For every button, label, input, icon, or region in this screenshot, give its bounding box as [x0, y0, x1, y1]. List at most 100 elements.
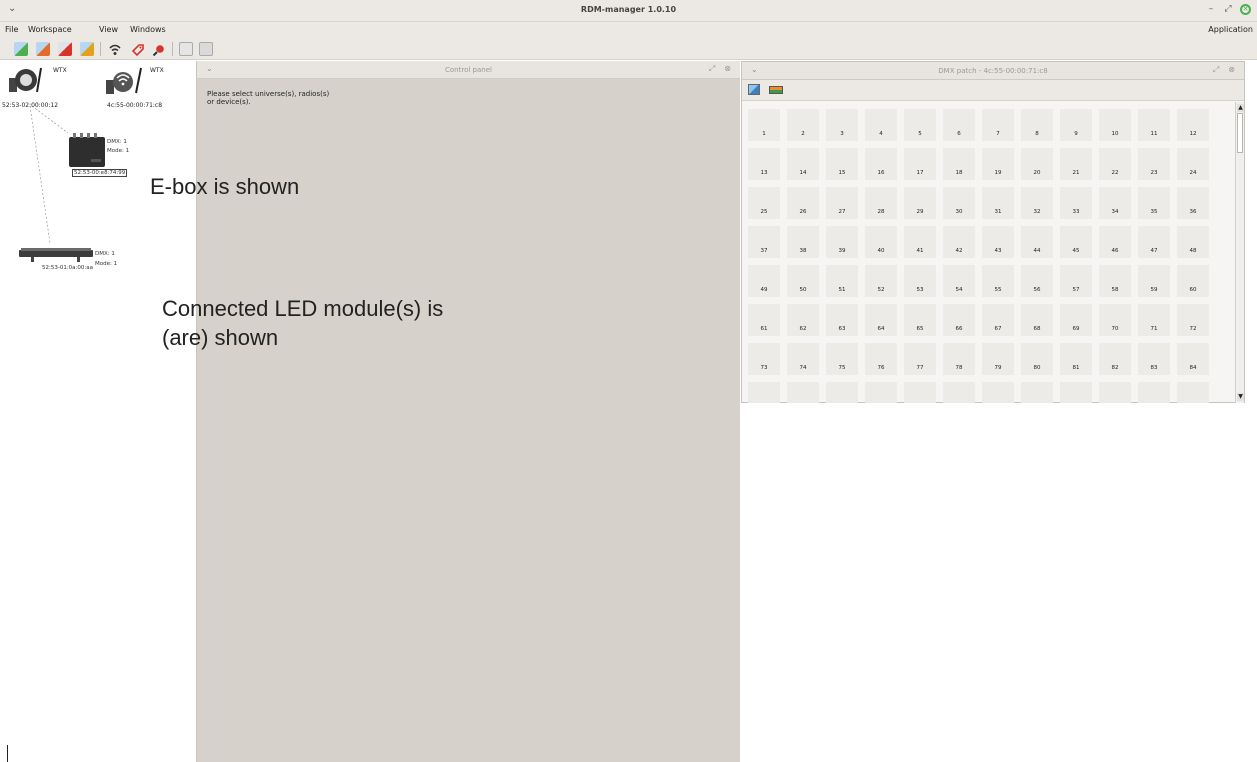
dmx-channel-cell[interactable]: 67: [982, 304, 1014, 336]
dmx-channel-cell[interactable]: 17: [904, 148, 936, 180]
dmx-channel-cell[interactable]: 53: [904, 265, 936, 297]
export-icon[interactable]: [36, 42, 50, 56]
dmx-channel-cell[interactable]: [826, 382, 858, 403]
dmx-channel-cell[interactable]: 1: [748, 109, 780, 141]
dmx-channel-cell[interactable]: 48: [1177, 226, 1209, 258]
dmx-channel-cell[interactable]: 38: [787, 226, 819, 258]
dmx-channel-cell[interactable]: 13: [748, 148, 780, 180]
menu-windows[interactable]: Windows: [130, 25, 166, 34]
dmx-channel-cell[interactable]: 59: [1138, 265, 1170, 297]
panel-close-button[interactable]: ⊗: [724, 64, 731, 74]
dmx-channel-cell[interactable]: 52: [865, 265, 897, 297]
dmx-channel-cell[interactable]: 18: [943, 148, 975, 180]
dmx-channel-cell[interactable]: 55: [982, 265, 1014, 297]
dmx-channel-cell[interactable]: 45: [1060, 226, 1092, 258]
dmx-scrollbar[interactable]: ▲ ▼: [1235, 102, 1244, 403]
tag-icon[interactable]: [131, 42, 145, 57]
dmx-channel-cell[interactable]: 64: [865, 304, 897, 336]
dmx-channel-cell[interactable]: [1177, 382, 1209, 403]
lamp-icon[interactable]: [199, 42, 213, 56]
dmx-channel-cell[interactable]: [904, 382, 936, 403]
minimize-button[interactable]: –: [1206, 3, 1216, 15]
dmx-channel-cell[interactable]: 24: [1177, 148, 1209, 180]
dmx-channel-cell[interactable]: 56: [1021, 265, 1053, 297]
dmx-channel-cell[interactable]: 57: [1060, 265, 1092, 297]
dmx-channel-cell[interactable]: 60: [1177, 265, 1209, 297]
dmx-channel-cell[interactable]: 19: [982, 148, 1014, 180]
dmx-channel-cell[interactable]: 83: [1138, 343, 1170, 375]
dmx-channel-cell[interactable]: 43: [982, 226, 1014, 258]
close-button[interactable]: ✕: [1240, 3, 1251, 15]
dmx-channel-cell[interactable]: 47: [1138, 226, 1170, 258]
dmx-channel-cell[interactable]: 28: [865, 187, 897, 219]
dmx-channel-cell[interactable]: 63: [826, 304, 858, 336]
dmx-channel-cell[interactable]: 80: [1021, 343, 1053, 375]
dmx-channel-cell[interactable]: [982, 382, 1014, 403]
dmx-channel-cell[interactable]: [943, 382, 975, 403]
dmx-channel-cell[interactable]: 6: [943, 109, 975, 141]
dmx-channel-cell[interactable]: [865, 382, 897, 403]
dmx-channel-cell[interactable]: 61: [748, 304, 780, 336]
grid-icon[interactable]: [179, 42, 193, 56]
dmx-channel-cell[interactable]: 31: [982, 187, 1014, 219]
dmx-channel-cell[interactable]: 32: [1021, 187, 1053, 219]
patch-edit-icon[interactable]: [748, 84, 760, 95]
dmx-channel-cell[interactable]: 14: [787, 148, 819, 180]
dmx-channel-cell[interactable]: 36: [1177, 187, 1209, 219]
maximize-button[interactable]: ⤢: [1223, 3, 1233, 15]
dmx-channel-cell[interactable]: 27: [826, 187, 858, 219]
dmx-channel-cell[interactable]: 44: [1021, 226, 1053, 258]
dmx-channel-cell[interactable]: 29: [904, 187, 936, 219]
wireless-icon[interactable]: [108, 42, 122, 56]
dmx-channel-cell[interactable]: 84: [1177, 343, 1209, 375]
dmx-channel-cell[interactable]: 78: [943, 343, 975, 375]
import-icon[interactable]: [14, 42, 28, 56]
dmx-channel-cell[interactable]: [1021, 382, 1053, 403]
dmx-channel-cell[interactable]: 42: [943, 226, 975, 258]
dmx-channel-cell[interactable]: 65: [904, 304, 936, 336]
menu-file[interactable]: File: [5, 25, 18, 34]
dmx-channel-cell[interactable]: 71: [1138, 304, 1170, 336]
dmx-channel-cell[interactable]: 25: [748, 187, 780, 219]
dmx-channel-cell[interactable]: [787, 382, 819, 403]
dmx-channel-cell[interactable]: 69: [1060, 304, 1092, 336]
dmx-channel-cell[interactable]: 74: [787, 343, 819, 375]
menu-workspace[interactable]: Workspace: [28, 25, 72, 34]
panel-float-button[interactable]: ⤢: [1213, 65, 1219, 75]
dmx-channel-cell[interactable]: 58: [1099, 265, 1131, 297]
panel-float-button[interactable]: ⤢: [709, 64, 715, 74]
panel-close-button[interactable]: ⊗: [1228, 65, 1235, 75]
dmx-channel-cell[interactable]: 72: [1177, 304, 1209, 336]
dmx-channel-cell[interactable]: 12: [1177, 109, 1209, 141]
dmx-channel-cell[interactable]: 3: [826, 109, 858, 141]
dmx-channel-cell[interactable]: 7: [982, 109, 1014, 141]
menu-view[interactable]: View: [99, 25, 118, 34]
dmx-channel-cell[interactable]: 62: [787, 304, 819, 336]
dmx-channel-cell[interactable]: 26: [787, 187, 819, 219]
dmx-channel-cell[interactable]: 20: [1021, 148, 1053, 180]
dmx-channel-cell[interactable]: 49: [748, 265, 780, 297]
dmx-channel-cell[interactable]: 41: [904, 226, 936, 258]
dmx-channel-cell[interactable]: 68: [1021, 304, 1053, 336]
scroll-down-arrow[interactable]: ▼: [1237, 393, 1244, 401]
dmx-channel-cell[interactable]: 54: [943, 265, 975, 297]
dmx-channel-cell[interactable]: [1138, 382, 1170, 403]
remove-icon[interactable]: [58, 42, 72, 56]
dmx-channel-cell[interactable]: 34: [1099, 187, 1131, 219]
dmx-channel-cell[interactable]: 37: [748, 226, 780, 258]
dmx-channel-cell[interactable]: 79: [982, 343, 1014, 375]
dmx-channel-cell[interactable]: 2: [787, 109, 819, 141]
patch-color-icon[interactable]: [769, 86, 783, 94]
scroll-up-arrow[interactable]: ▲: [1237, 104, 1244, 112]
menu-application[interactable]: Application: [1208, 25, 1253, 34]
dmx-channel-cell[interactable]: 81: [1060, 343, 1092, 375]
dmx-channel-cell[interactable]: 15: [826, 148, 858, 180]
dmx-channel-cell[interactable]: [1060, 382, 1092, 403]
dmx-channel-cell[interactable]: 70: [1099, 304, 1131, 336]
dmx-channel-cell[interactable]: 4: [865, 109, 897, 141]
dmx-channel-cell[interactable]: 77: [904, 343, 936, 375]
dmx-channel-cell[interactable]: 21: [1060, 148, 1092, 180]
dmx-channel-cell[interactable]: 50: [787, 265, 819, 297]
dmx-channel-cell[interactable]: [748, 382, 780, 403]
dmx-channel-cell[interactable]: 11: [1138, 109, 1170, 141]
